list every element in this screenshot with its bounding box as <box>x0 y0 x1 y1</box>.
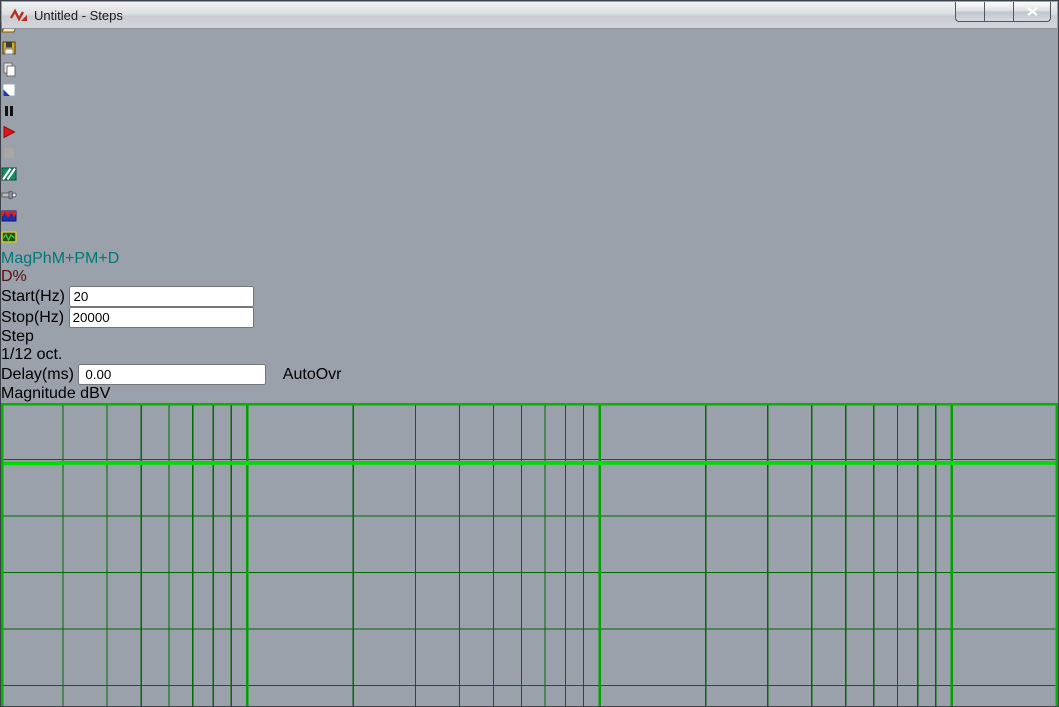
app-window: Untitled - Steps FileOverlayEditViewReco… <box>0 0 1059 707</box>
pause-icon <box>5 106 13 116</box>
spectrum-analysis-icon <box>1 167 17 181</box>
spectrum-analysis-button[interactable] <box>1 166 1058 187</box>
pen-overlay-button[interactable] <box>1 82 1058 103</box>
stop-label: Stop(Hz) <box>1 309 65 326</box>
stop-icon <box>4 148 14 158</box>
pause-button[interactable] <box>1 103 1058 124</box>
pen-overlay-icon <box>2 83 16 97</box>
step-selected-value: 1/12 oct. <box>1 346 63 363</box>
oscilloscope-button[interactable] <box>1 229 1058 250</box>
toolbar: MagPhM+PM+D D% <box>1 19 1058 286</box>
close-icon <box>1026 7 1038 16</box>
save-file-icon <box>2 41 16 55</box>
delay-input[interactable] <box>78 364 267 385</box>
autoovr-label: AutoOvr <box>282 366 342 383</box>
signal-level-button[interactable] <box>1 208 1058 229</box>
copy-button[interactable] <box>1 61 1058 82</box>
start-frequency-input[interactable] <box>69 286 255 307</box>
signal-generator-icon <box>1 191 17 199</box>
controls-bar: Start(Hz) Stop(Hz) Step 1/12 oct. Delay(… <box>1 286 1058 385</box>
chart-title: Magnitude dBV <box>1 385 111 402</box>
oscilloscope-icon <box>1 231 17 243</box>
distortion-percent-button[interactable]: D% <box>1 268 27 285</box>
plot-canvas[interactable] <box>1 403 1058 707</box>
step-select[interactable]: 1/12 oct. <box>1 346 1058 364</box>
play-record-icon <box>3 125 16 139</box>
app-icon <box>10 7 28 23</box>
signal-level-icon <box>1 210 17 222</box>
caption-buttons <box>955 2 1051 22</box>
magnitude-view-button[interactable]: Mag <box>1 250 32 267</box>
stop-button[interactable] <box>1 145 1058 166</box>
title-bar[interactable]: Untitled - Steps <box>2 2 1057 29</box>
mag-phase-view-button[interactable]: M+P <box>52 250 85 267</box>
stop-frequency-input[interactable] <box>68 307 254 328</box>
close-button[interactable] <box>1014 2 1051 22</box>
play-record-button[interactable] <box>1 124 1058 145</box>
signal-generator-button[interactable] <box>1 187 1058 208</box>
copy-icon <box>3 62 16 77</box>
delay-label: Delay(ms) <box>1 366 74 383</box>
minimize-button[interactable] <box>955 2 984 22</box>
mag-distortion-view-button[interactable]: M+D <box>85 250 119 267</box>
step-label: Step <box>1 328 34 345</box>
maximize-button[interactable] <box>984 2 1014 22</box>
save-file-button[interactable] <box>1 40 1058 61</box>
start-label: Start(Hz) <box>1 288 65 305</box>
phase-view-button[interactable]: Ph <box>32 250 52 267</box>
series-Magn <box>1 460 1058 466</box>
window-title: Untitled - Steps <box>34 7 123 23</box>
